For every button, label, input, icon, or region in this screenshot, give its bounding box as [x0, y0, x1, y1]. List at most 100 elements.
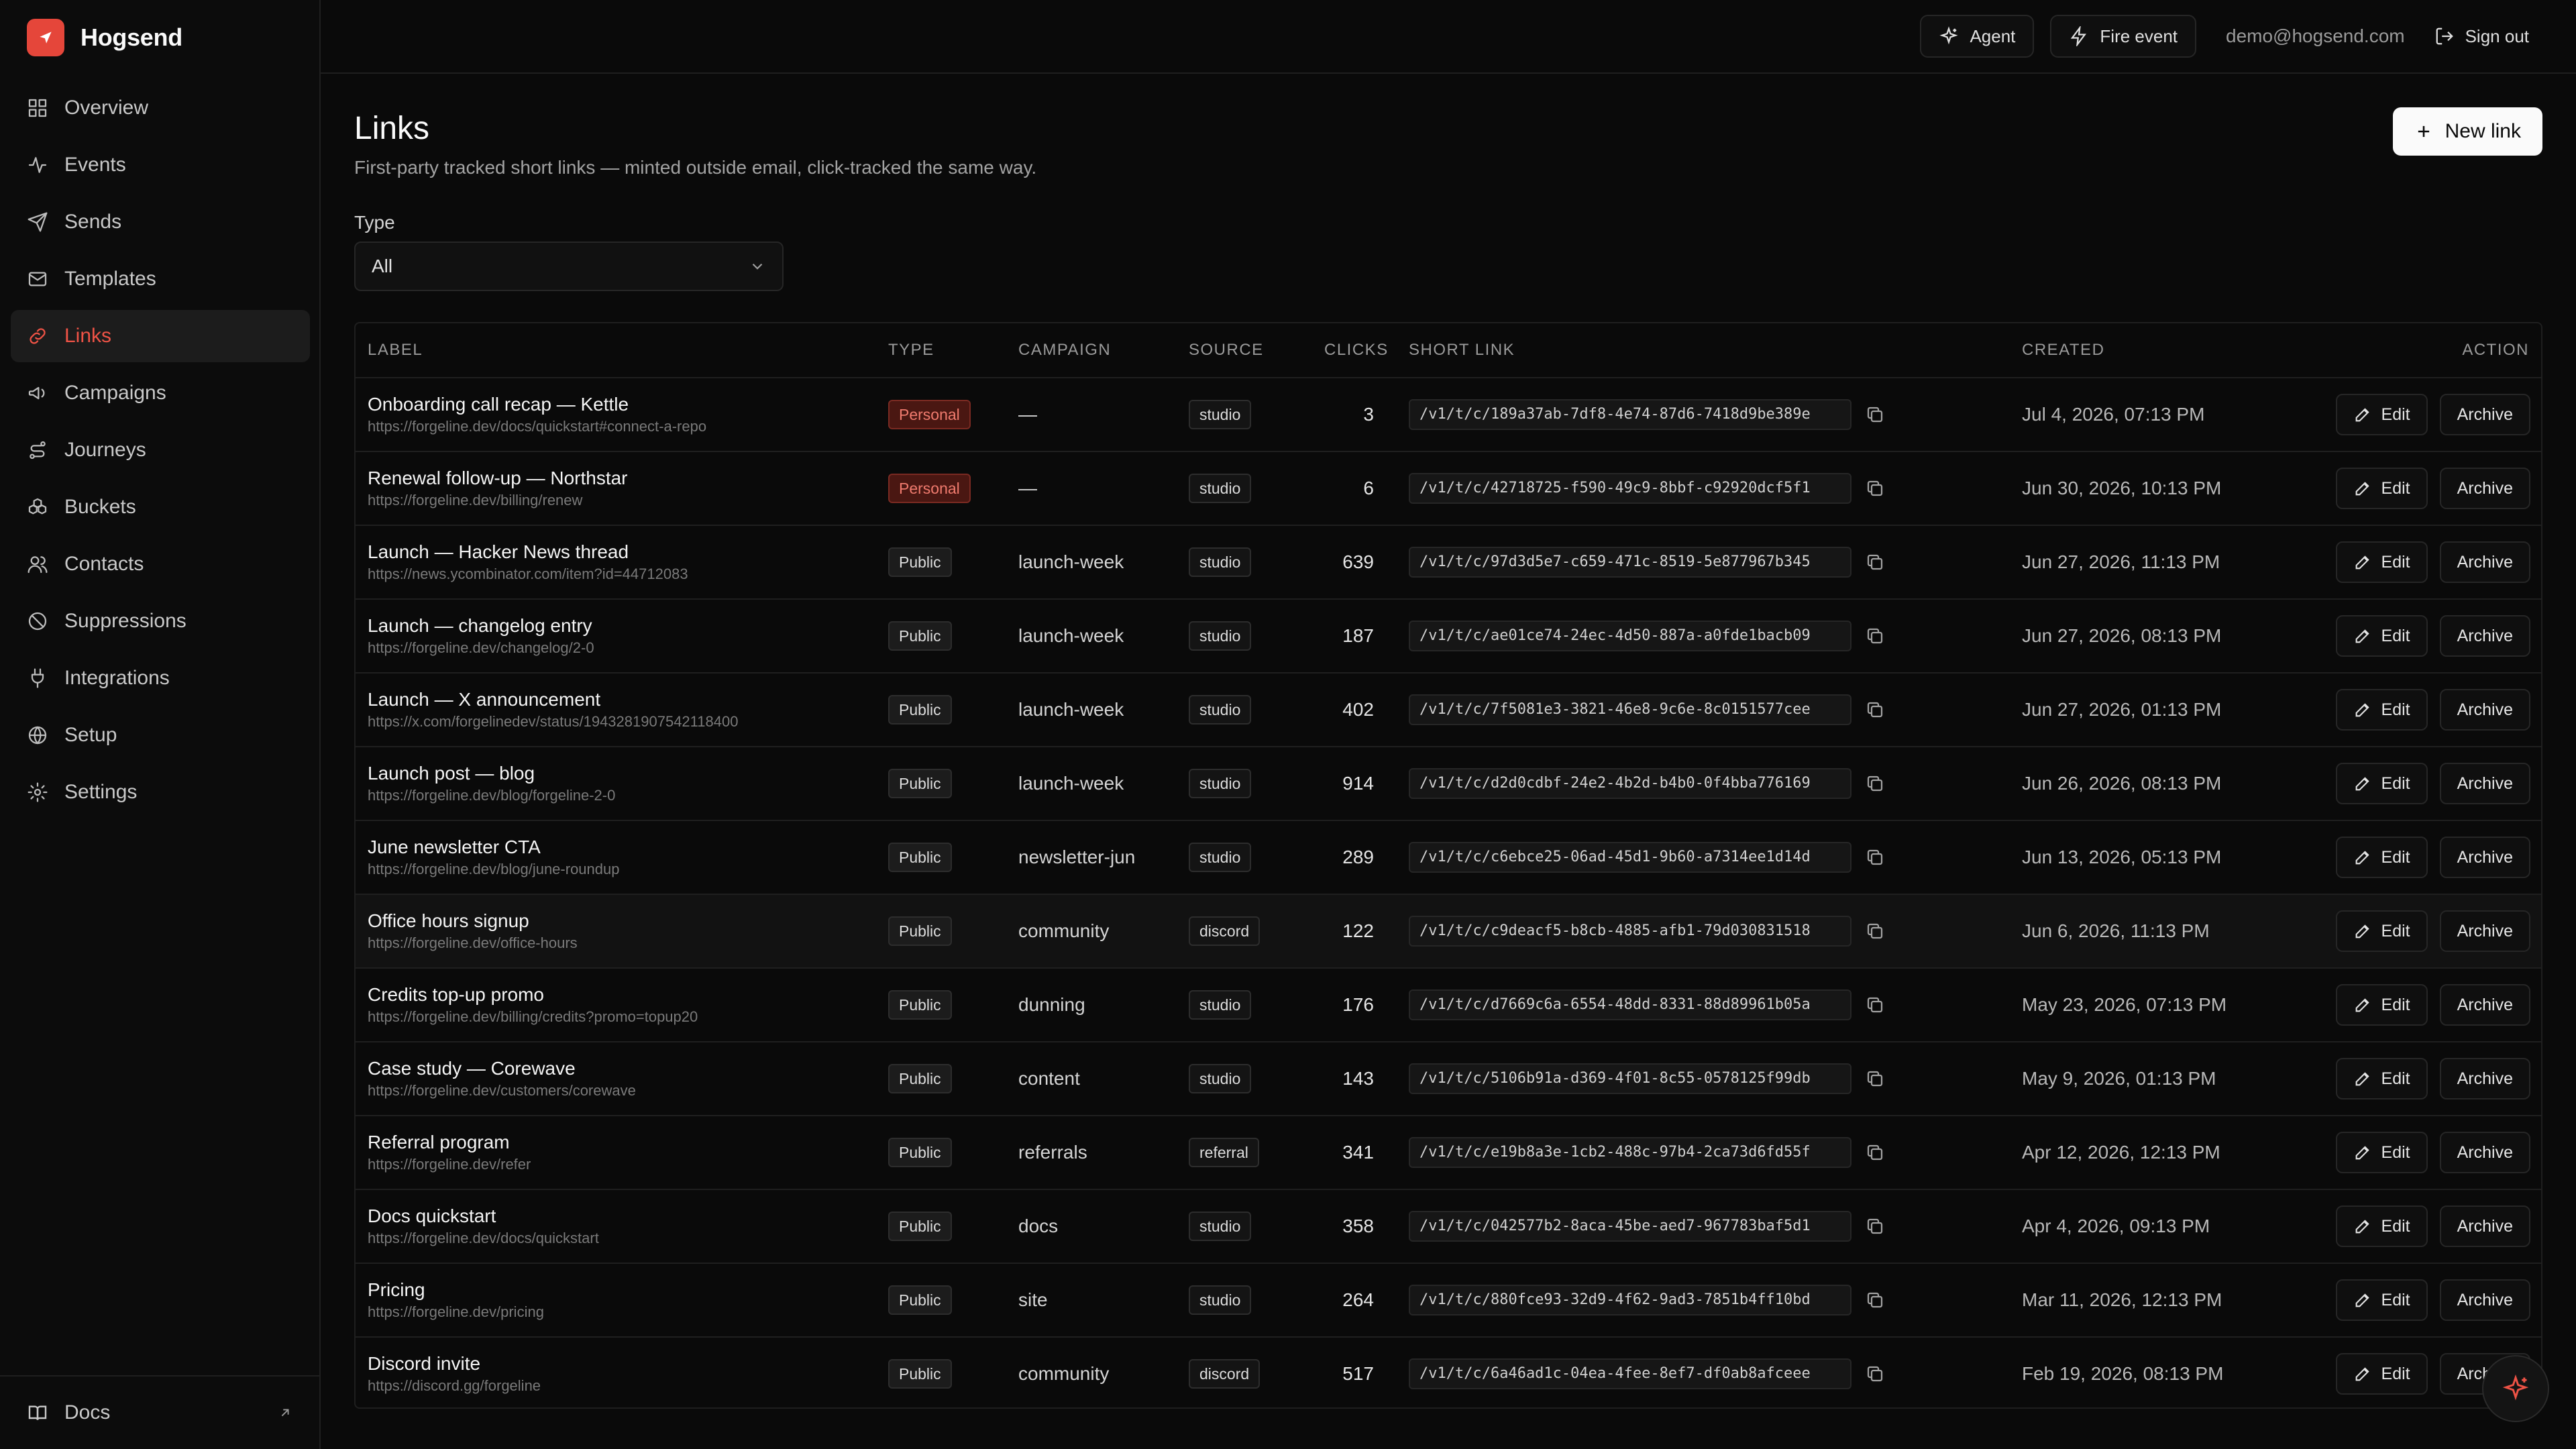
edit-button[interactable]: Edit — [2335, 837, 2428, 878]
archive-button[interactable]: Archive — [2439, 1132, 2530, 1173]
edit-button[interactable]: Edit — [2335, 1279, 2428, 1321]
edit-label: Edit — [2381, 1364, 2410, 1383]
sidebar-item-links[interactable]: Links — [11, 310, 310, 362]
short-link-code[interactable]: /v1/t/c/e19b8a3e-1cb2-488c-97b4-2ca73d6f… — [1409, 1137, 1851, 1168]
short-link-code[interactable]: /v1/t/c/042577b2-8aca-45be-aed7-967783ba… — [1409, 1211, 1851, 1242]
short-link-code[interactable]: /v1/t/c/d7669c6a-6554-48dd-8331-88d89961… — [1409, 989, 1851, 1020]
short-link-code[interactable]: /v1/t/c/d2d0cdbf-24e2-4b2d-b4b0-0f4bba77… — [1409, 768, 1851, 799]
copy-icon[interactable] — [1865, 478, 1885, 498]
fire-event-button[interactable]: Fire event — [2050, 15, 2197, 58]
sidebar-item-buckets[interactable]: Buckets — [11, 481, 310, 533]
edit-button[interactable]: Edit — [2335, 615, 2428, 657]
type-cell: Public — [888, 621, 952, 651]
sidebar-item-campaigns[interactable]: Campaigns — [11, 367, 310, 419]
edit-button[interactable]: Edit — [2335, 468, 2428, 509]
link-destination-url[interactable]: https://forgeline.dev/blog/forgeline-2-0 — [368, 786, 877, 806]
archive-button[interactable]: Archive — [2439, 910, 2530, 952]
new-link-button[interactable]: New link — [2392, 107, 2542, 156]
gear-icon — [28, 782, 48, 802]
link-destination-url[interactable]: https://forgeline.dev/blog/june-roundup — [368, 859, 877, 879]
edit-button[interactable]: Edit — [2335, 910, 2428, 952]
sidebar-item-setup[interactable]: Setup — [11, 709, 310, 761]
archive-button[interactable]: Archive — [2439, 1058, 2530, 1099]
short-link-code[interactable]: /v1/t/c/97d3d5e7-c659-471c-8519-5e877967… — [1409, 547, 1851, 578]
edit-button[interactable]: Edit — [2335, 763, 2428, 804]
link-title: Pricing — [368, 1279, 425, 1300]
archive-label: Archive — [2457, 1216, 2513, 1236]
copy-icon[interactable] — [1865, 1142, 1885, 1163]
archive-button[interactable]: Archive — [2439, 837, 2530, 878]
copy-icon[interactable] — [1865, 1216, 1885, 1236]
sidebar-item-journeys[interactable]: Journeys — [11, 424, 310, 476]
link-label-cell: June newsletter CTA https://forgeline.dev… — [368, 835, 877, 879]
short-link-code[interactable]: /v1/t/c/7f5081e3-3821-46e8-9c6e-8c015157… — [1409, 694, 1851, 725]
link-destination-url[interactable]: https://news.ycombinator.com/item?id=447… — [368, 564, 877, 584]
sidebar-item-docs[interactable]: Docs — [0, 1375, 319, 1449]
assistant-fab[interactable] — [2482, 1355, 2549, 1422]
short-link-code[interactable]: /v1/t/c/5106b91a-d369-4f01-8c55-0578125f… — [1409, 1063, 1851, 1094]
link-destination-url[interactable]: https://forgeline.dev/office-hours — [368, 933, 877, 953]
sidebar-item-templates[interactable]: Templates — [11, 253, 310, 305]
short-link-code[interactable]: /v1/t/c/42718725-f590-49c9-8bbf-c92920dc… — [1409, 473, 1851, 504]
copy-icon[interactable] — [1865, 626, 1885, 646]
sidebar-item-contacts[interactable]: Contacts — [11, 538, 310, 590]
archive-button[interactable]: Archive — [2439, 1205, 2530, 1247]
link-destination-url[interactable]: https://forgeline.dev/pricing — [368, 1302, 877, 1322]
edit-button[interactable]: Edit — [2335, 1205, 2428, 1247]
table-row: Case study — Corewave https://forgeline.d… — [356, 1042, 2541, 1116]
copy-icon[interactable] — [1865, 1290, 1885, 1310]
short-link-code[interactable]: /v1/t/c/c6ebce25-06ad-45d1-9b60-a7314ee1… — [1409, 842, 1851, 873]
short-link-code[interactable]: /v1/t/c/ae01ce74-24ec-4d50-887a-a0fde1ba… — [1409, 621, 1851, 651]
edit-button[interactable]: Edit — [2335, 1353, 2428, 1395]
copy-icon[interactable] — [1865, 773, 1885, 794]
sidebar-item-integrations[interactable]: Integrations — [11, 652, 310, 704]
link-destination-url[interactable]: https://forgeline.dev/billing/renew — [368, 490, 877, 511]
sign-out-button[interactable]: Sign out — [2434, 26, 2529, 47]
link-destination-url[interactable]: https://discord.gg/forgeline — [368, 1376, 877, 1396]
short-link-code[interactable]: /v1/t/c/880fce93-32d9-4f62-9ad3-7851b4ff… — [1409, 1285, 1851, 1316]
sidebar-item-sends[interactable]: Sends — [11, 196, 310, 248]
archive-button[interactable]: Archive — [2439, 394, 2530, 435]
copy-icon[interactable] — [1865, 1069, 1885, 1089]
edit-button[interactable]: Edit — [2335, 984, 2428, 1026]
short-link-code[interactable]: /v1/t/c/c9deacf5-b8cb-4885-afb1-79d03083… — [1409, 916, 1851, 947]
sidebar-item-settings[interactable]: Settings — [11, 766, 310, 818]
archive-button[interactable]: Archive — [2439, 615, 2530, 657]
link-icon — [30, 328, 46, 344]
archive-button[interactable]: Archive — [2439, 689, 2530, 731]
link-destination-url[interactable]: https://forgeline.dev/billing/credits?pr… — [368, 1007, 877, 1027]
edit-button[interactable]: Edit — [2335, 689, 2428, 731]
copy-icon[interactable] — [1865, 552, 1885, 572]
type-filter-select[interactable]: All — [354, 241, 784, 291]
link-destination-url[interactable]: https://forgeline.dev/customers/corewave — [368, 1081, 877, 1101]
sidebar-item-overview[interactable]: Overview — [11, 82, 310, 134]
brand[interactable]: Hogsend — [27, 19, 182, 56]
edit-button[interactable]: Edit — [2335, 541, 2428, 583]
copy-icon[interactable] — [1865, 847, 1885, 867]
archive-button[interactable]: Archive — [2439, 541, 2530, 583]
link-destination-url[interactable]: https://forgeline.dev/docs/quickstart — [368, 1228, 877, 1248]
copy-icon[interactable] — [1865, 995, 1885, 1015]
archive-button[interactable]: Archive — [2439, 984, 2530, 1026]
link-destination-url[interactable]: https://forgeline.dev/docs/quickstart#co… — [368, 417, 877, 437]
copy-icon[interactable] — [1865, 700, 1885, 720]
sidebar-item-label: Suppressions — [64, 610, 186, 632]
edit-button[interactable]: Edit — [2335, 1058, 2428, 1099]
copy-icon[interactable] — [1865, 405, 1885, 425]
edit-button[interactable]: Edit — [2335, 394, 2428, 435]
link-destination-url[interactable]: https://forgeline.dev/changelog/2-0 — [368, 638, 877, 658]
archive-button[interactable]: Archive — [2439, 763, 2530, 804]
copy-icon[interactable] — [1865, 1364, 1885, 1384]
short-link-code[interactable]: /v1/t/c/6a46ad1c-04ea-4fee-8ef7-df0ab8af… — [1409, 1358, 1851, 1389]
agent-button[interactable]: Agent — [1920, 15, 2035, 58]
copy-icon[interactable] — [1865, 921, 1885, 941]
link-destination-url[interactable]: https://x.com/forgelinedev/status/194328… — [368, 712, 877, 732]
sidebar-item-suppressions[interactable]: Suppressions — [11, 595, 310, 647]
sidebar-item-events[interactable]: Events — [11, 139, 310, 191]
archive-button[interactable]: Archive — [2439, 468, 2530, 509]
link-destination-url[interactable]: https://forgeline.dev/refer — [368, 1155, 877, 1175]
edit-button[interactable]: Edit — [2335, 1132, 2428, 1173]
short-link-code[interactable]: /v1/t/c/189a37ab-7df8-4e74-87d6-7418d9be… — [1409, 399, 1851, 430]
archive-button[interactable]: Archive — [2439, 1279, 2530, 1321]
type-cell: Public — [888, 843, 952, 872]
